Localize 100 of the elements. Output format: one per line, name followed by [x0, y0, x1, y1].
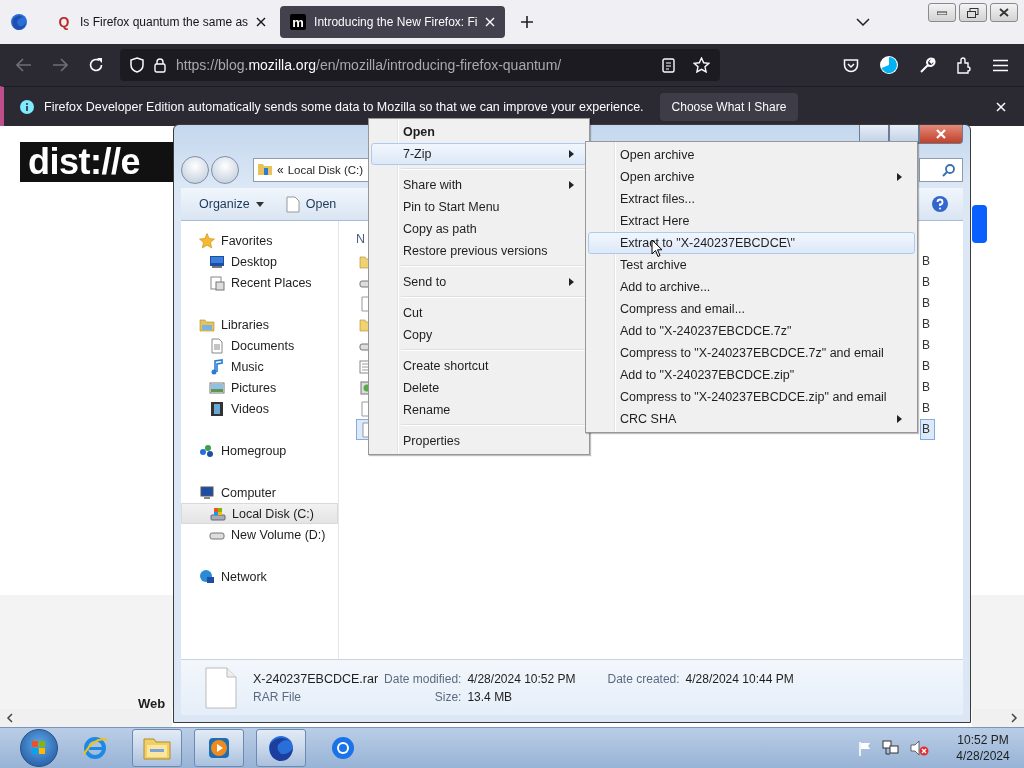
url-text: https://blog.mozilla.org/en/mozilla/introducing-firefox-quantum/: [176, 57, 562, 73]
close-icon: [935, 129, 947, 139]
menu-item[interactable]: Test archive: [588, 254, 915, 276]
menu-item[interactable]: Add to archive...: [588, 276, 915, 298]
menu-item[interactable]: Compress to "X-240237EBCDCE.zip" and email: [588, 386, 915, 408]
menu-item[interactable]: Rename: [371, 399, 587, 421]
nav-item[interactable]: Libraries: [181, 314, 338, 335]
menu-item[interactable]: CRC SHA: [588, 408, 915, 430]
menu-item[interactable]: Delete: [371, 377, 587, 399]
pocket-icon[interactable]: [843, 57, 859, 73]
menu-item[interactable]: Add to "X-240237EBCDCE.zip": [588, 364, 915, 386]
help-icon[interactable]: [931, 195, 949, 213]
browser-tab[interactable]: m Introducing the New Firefox: Fi: [280, 6, 506, 38]
windows-logo-icon: [32, 741, 46, 755]
choose-button[interactable]: Choose What I Share: [659, 92, 799, 121]
forward-button[interactable]: [211, 156, 239, 184]
browser-tab[interactable]: Q Is Firefox quantum the same as: [46, 6, 277, 38]
menu-item[interactable]: Copy: [371, 324, 587, 346]
menu-item[interactable]: Add to "X-240237EBCDCE.7z": [588, 320, 915, 342]
close-button[interactable]: [990, 3, 1018, 22]
open-button[interactable]: Open: [279, 193, 343, 215]
start-button[interactable]: [20, 729, 58, 767]
menu-item[interactable]: Open archive: [588, 144, 915, 166]
organize-button[interactable]: Organize: [193, 195, 270, 213]
site-logo[interactable]: dist://e: [20, 142, 173, 182]
disk-icon: [210, 505, 226, 522]
setup-icon: [359, 379, 368, 396]
nav-item[interactable]: Pictures: [181, 377, 338, 398]
size-cell-text: B: [921, 400, 931, 417]
plus-icon[interactable]: [521, 16, 534, 28]
menu-item[interactable]: Properties: [371, 430, 587, 452]
forward-icon[interactable]: [52, 58, 68, 72]
taskbar-button[interactable]: [256, 729, 306, 767]
column-header[interactable]: N: [356, 232, 366, 246]
network-icon[interactable]: [882, 740, 900, 756]
restore-button[interactable]: [959, 3, 987, 22]
scrollbar-segment[interactable]: [0, 709, 172, 727]
file-type: RAR File: [253, 689, 302, 704]
menu-icon[interactable]: [993, 58, 1008, 72]
account-icon[interactable]: [879, 55, 899, 75]
address-bar[interactable]: https://blog.mozilla.org/en/mozilla/introducing-firefox-quantum/: [120, 49, 720, 81]
menu-item[interactable]: 7-Zip: [371, 143, 587, 165]
desktop-icon: [209, 253, 225, 270]
menu-item[interactable]: Restore previous versions: [371, 240, 587, 262]
menu-item[interactable]: Open: [371, 121, 587, 143]
scrollbar-segment[interactable]: [972, 709, 1024, 727]
menu-item[interactable]: Share with: [371, 174, 587, 196]
field-value: 4/28/2024 10:44 PM: [685, 671, 794, 686]
back-icon[interactable]: [16, 58, 32, 72]
nav-item[interactable]: Recent Places: [181, 272, 338, 293]
globe-icon: [266, 733, 296, 763]
browser-logo-icon[interactable]: [10, 13, 28, 31]
size-cell-text: B: [921, 379, 931, 396]
size-cell-text: B: [921, 316, 931, 333]
ring-icon: [329, 734, 357, 762]
page-button[interactable]: [972, 205, 987, 243]
menu-item[interactable]: Extract Here: [588, 210, 915, 232]
field-value: 4/28/2024 10:52 PM: [467, 671, 576, 686]
reload-icon[interactable]: [88, 57, 104, 73]
nav-item[interactable]: Computer: [181, 482, 338, 503]
caret-icon: [255, 201, 264, 207]
menu-item[interactable]: Send to: [371, 271, 587, 293]
nav-item[interactable]: Homegroup: [181, 440, 338, 461]
nav-item[interactable]: Desktop: [181, 251, 338, 272]
back-button[interactable]: [181, 156, 209, 184]
nav-item[interactable]: Videos: [181, 398, 338, 419]
breadcrumb-chevron[interactable]: «: [277, 163, 284, 177]
clock-date: 4/28/2024: [956, 748, 1010, 764]
scroll-left-icon[interactable]: [6, 713, 14, 723]
clock[interactable]: 10:52 PM 4/28/2024: [948, 732, 1018, 764]
play-icon: [206, 735, 232, 761]
menu-item[interactable]: Copy as path: [371, 218, 587, 240]
reader-view-icon[interactable]: [662, 57, 675, 73]
extensions-icon[interactable]: [956, 56, 973, 74]
e-globe-icon: [81, 734, 109, 762]
wrench-icon[interactable]: [919, 56, 936, 74]
nav-item[interactable]: Documents: [181, 335, 338, 356]
menu-item[interactable]: Cut: [371, 302, 587, 324]
close-icon[interactable]: [256, 17, 267, 27]
nav-item[interactable]: New Volume (D:): [181, 524, 338, 545]
size-cell: B: [920, 419, 935, 440]
scroll-right-icon[interactable]: [1010, 713, 1018, 723]
favicon: Q: [57, 14, 71, 30]
search-field[interactable]: [919, 158, 963, 182]
menu-item[interactable]: Pin to Start Menu: [371, 196, 587, 218]
chevron-down-icon[interactable]: [856, 18, 870, 26]
menu-item[interactable]: Open archive: [588, 166, 915, 188]
shield-icon[interactable]: [130, 57, 144, 73]
star-icon[interactable]: [693, 57, 710, 73]
menu-item[interactable]: Compress and email...: [588, 298, 915, 320]
nav-item[interactable]: Music: [181, 356, 338, 377]
menu-item[interactable]: Compress to "X-240237EBCDCE.7z" and email: [588, 342, 915, 364]
nav-item[interactable]: Favorites: [181, 230, 338, 251]
muted-speaker-icon[interactable]: [910, 740, 930, 756]
nav-item[interactable]: Local Disk (C:): [181, 503, 338, 524]
menu-item[interactable]: Extract files...: [588, 188, 915, 210]
taskbar-button[interactable]: [194, 729, 244, 767]
menu-item[interactable]: Create shortcut: [371, 355, 587, 377]
lock-icon[interactable]: [154, 57, 166, 73]
nav-item[interactable]: Network: [181, 566, 338, 587]
